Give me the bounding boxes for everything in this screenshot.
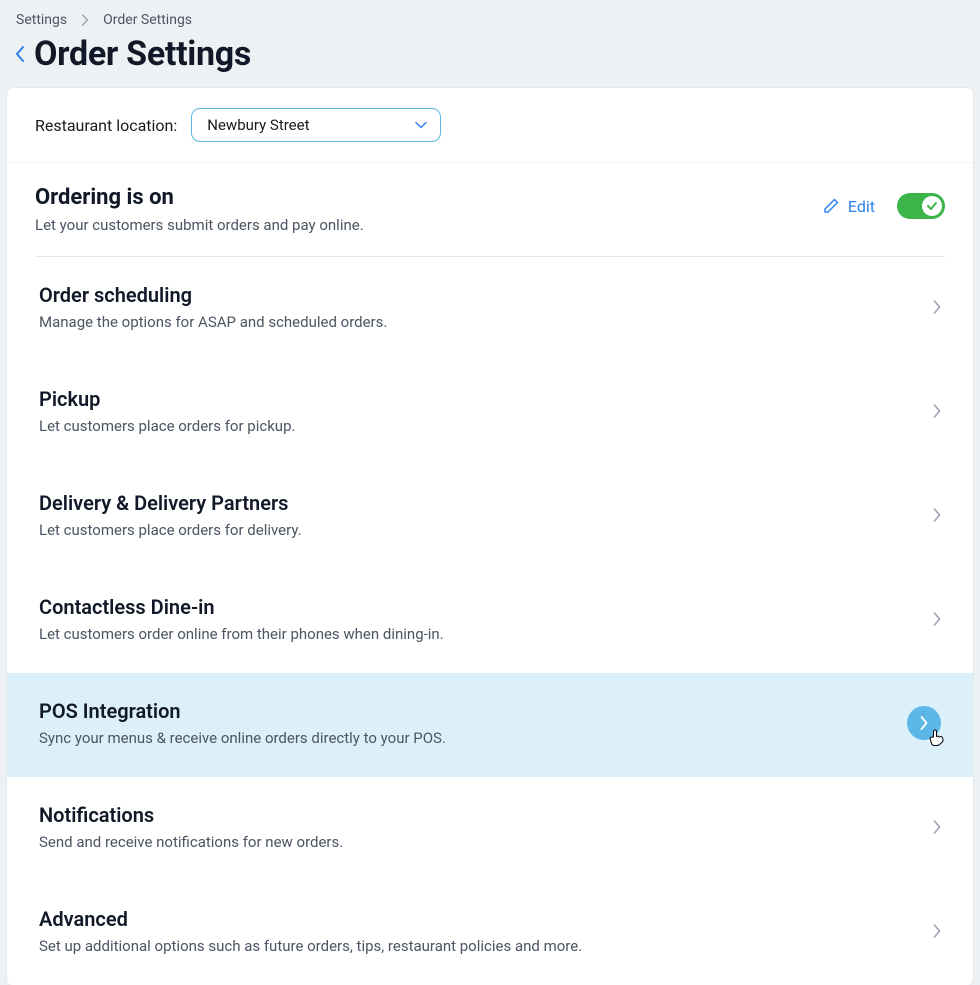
row-text: Delivery & Delivery Partners Let custome… — [39, 491, 302, 539]
row-description: Sync your menus & receive online orders … — [39, 729, 446, 747]
row-text: Advanced Set up additional options such … — [39, 907, 582, 955]
row-contactless-dinein[interactable]: Contactless Dine-in Let customers order … — [7, 569, 973, 673]
row-order-scheduling[interactable]: Order scheduling Manage the options for … — [7, 257, 973, 361]
chevron-right-icon — [933, 820, 941, 834]
back-arrow-icon[interactable] — [10, 39, 34, 69]
ordering-status-text: Ordering is on Let your customers submit… — [35, 185, 364, 234]
ordering-toggle[interactable] — [897, 193, 945, 219]
row-description: Set up additional options such as future… — [39, 937, 582, 955]
row-advanced[interactable]: Advanced Set up additional options such … — [7, 881, 973, 985]
row-title: Pickup — [39, 387, 295, 411]
row-title: Notifications — [39, 803, 343, 827]
edit-button[interactable]: Edit — [822, 197, 875, 216]
location-selected-value: Newbury Street — [207, 116, 309, 134]
ordering-status-row: Ordering is on Let your customers submit… — [7, 163, 973, 256]
cursor-hand-icon — [927, 728, 945, 748]
breadcrumb-item-order-settings[interactable]: Order Settings — [103, 12, 192, 28]
page-title: Order Settings — [34, 34, 251, 74]
chevron-down-icon — [415, 121, 427, 129]
row-delivery[interactable]: Delivery & Delivery Partners Let custome… — [7, 465, 973, 569]
title-row: Order Settings — [0, 34, 980, 88]
check-icon — [925, 199, 939, 213]
row-text: Order scheduling Manage the options for … — [39, 283, 387, 331]
breadcrumb: Settings Order Settings — [0, 0, 980, 34]
row-title: Order scheduling — [39, 283, 387, 307]
row-title: Delivery & Delivery Partners — [39, 491, 302, 515]
chevron-right-icon — [933, 300, 941, 314]
row-pos-integration[interactable]: POS Integration Sync your menus & receiv… — [7, 673, 973, 777]
row-title: POS Integration — [39, 699, 446, 723]
pencil-icon — [822, 197, 840, 215]
row-text: Notifications Send and receive notificat… — [39, 803, 343, 851]
breadcrumb-item-settings[interactable]: Settings — [16, 12, 67, 28]
chevron-right-highlight — [907, 706, 941, 740]
chevron-right-icon — [81, 14, 89, 26]
page-container: Settings Order Settings Order Settings R… — [0, 0, 980, 985]
location-label: Restaurant location: — [35, 116, 177, 135]
row-text: POS Integration Sync your menus & receiv… — [39, 699, 446, 747]
row-notifications[interactable]: Notifications Send and receive notificat… — [7, 777, 973, 881]
row-description: Let customers order online from their ph… — [39, 625, 444, 643]
location-row: Restaurant location: Newbury Street — [7, 88, 973, 163]
row-title: Advanced — [39, 907, 582, 931]
location-select[interactable]: Newbury Street — [191, 108, 441, 142]
ordering-description: Let your customers submit orders and pay… — [35, 216, 364, 234]
chevron-right-icon — [933, 924, 941, 938]
chevron-right-icon — [933, 612, 941, 626]
row-text: Pickup Let customers place orders for pi… — [39, 387, 295, 435]
ordering-title: Ordering is on — [35, 185, 364, 210]
row-description: Send and receive notifications for new o… — [39, 833, 343, 851]
chevron-right-icon — [933, 508, 941, 522]
ordering-controls: Edit — [822, 193, 945, 219]
row-text: Contactless Dine-in Let customers order … — [39, 595, 444, 643]
row-title: Contactless Dine-in — [39, 595, 444, 619]
row-description: Manage the options for ASAP and schedule… — [39, 313, 387, 331]
row-description: Let customers place orders for delivery. — [39, 521, 302, 539]
edit-label: Edit — [848, 197, 875, 216]
row-pickup[interactable]: Pickup Let customers place orders for pi… — [7, 361, 973, 465]
chevron-right-icon — [933, 404, 941, 418]
row-description: Let customers place orders for pickup. — [39, 417, 295, 435]
settings-card: Restaurant location: Newbury Street Orde… — [7, 88, 973, 985]
